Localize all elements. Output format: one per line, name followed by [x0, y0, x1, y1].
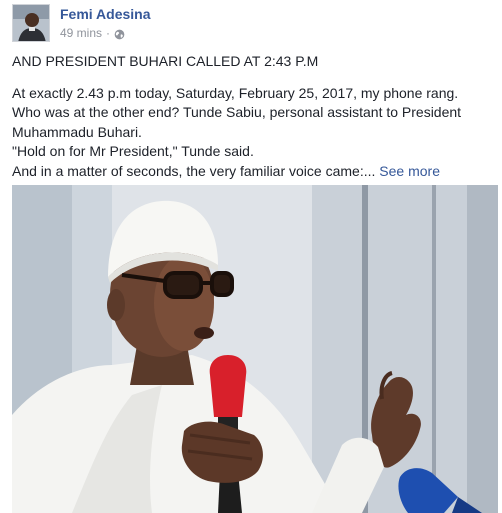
post-time[interactable]: 49 mins	[60, 25, 102, 41]
post-text: AND PRESIDENT BUHARI CALLED AT 2:43 P.M …	[12, 52, 492, 181]
photo-illustration	[12, 185, 498, 513]
post-line: Who was at the other end? Tunde Sabiu, p…	[12, 104, 462, 120]
post-photo[interactable]	[12, 185, 498, 513]
post-card: Femi Adesina 49 mins · AND PRESIDENT BUH…	[0, 0, 502, 513]
post-timestamp-row: 49 mins ·	[60, 25, 151, 41]
author-avatar[interactable]	[12, 4, 50, 42]
post-meta: Femi Adesina 49 mins ·	[60, 5, 151, 41]
author-name[interactable]: Femi Adesina	[60, 5, 151, 23]
globe-icon[interactable]	[114, 28, 125, 39]
post-line: Muhammadu Buhari.	[12, 123, 142, 140]
post-header: Femi Adesina 49 mins ·	[12, 4, 151, 46]
post-last-line-wrap: And in a matter of seconds, the very fam…	[12, 162, 492, 182]
post-line: "Hold on for Mr President," Tunde said.	[12, 143, 254, 159]
separator-dot: ·	[106, 26, 111, 40]
post-headline: AND PRESIDENT BUHARI CALLED AT 2:43 P.M	[12, 53, 319, 69]
post-line: At exactly 2.43 p.m today, Saturday, Feb…	[12, 84, 459, 101]
avatar-image	[13, 5, 49, 41]
post-last-line: And in a matter of seconds, the very fam…	[12, 162, 376, 179]
see-more-link[interactable]: See more	[379, 163, 440, 179]
